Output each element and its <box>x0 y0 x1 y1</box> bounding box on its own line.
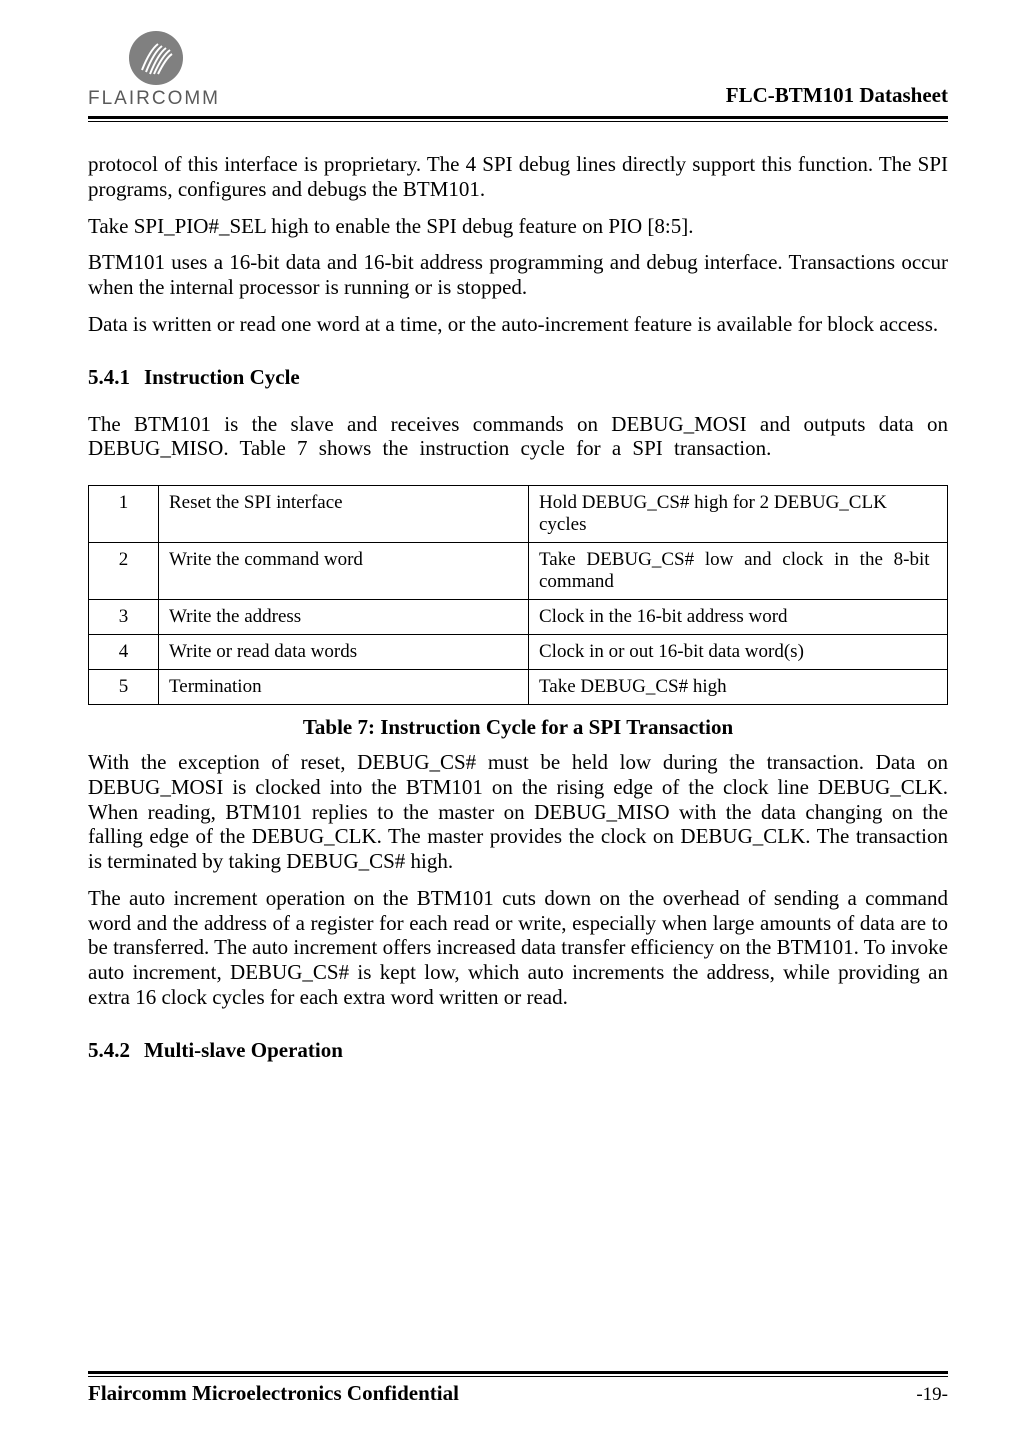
page-number: -19- <box>916 1384 948 1406</box>
cell-step-num: 2 <box>89 543 159 600</box>
table-row: 2 Write the command word Take DEBUG_CS# … <box>89 543 948 600</box>
heading-542-title: Multi-slave Operation <box>144 1038 343 1062</box>
para-intro-4: Data is written or read one word at a ti… <box>88 312 948 337</box>
heading-541-num: 5.4.1 <box>88 365 144 390</box>
heading-542-num: 5.4.2 <box>88 1038 144 1063</box>
para-intro-1: protocol of this interface is proprietar… <box>88 152 948 202</box>
para-intro-2: Take SPI_PIO#_SEL high to enable the SPI… <box>88 214 948 239</box>
cell-step-action: Take DEBUG_CS# low and clock in the 8-bi… <box>529 543 948 600</box>
footer-rule <box>88 1371 948 1377</box>
para-after-table-2: The auto increment operation on the BTM1… <box>88 886 948 1010</box>
cell-step-name: Write or read data words <box>159 635 529 670</box>
heading-541-title: Instruction Cycle <box>144 365 300 389</box>
table-row: 1 Reset the SPI interface Hold DEBUG_CS#… <box>89 486 948 543</box>
cell-step-num: 4 <box>89 635 159 670</box>
para-intro-3: BTM101 uses a 16-bit data and 16-bit add… <box>88 250 948 300</box>
footer-confidential: Flaircomm Microelectronics Confidential <box>88 1381 459 1406</box>
table-row: 4 Write or read data words Clock in or o… <box>89 635 948 670</box>
cell-step-num: 5 <box>89 670 159 705</box>
table-row: 3 Write the address Clock in the 16-bit … <box>89 600 948 635</box>
table-7-caption: Table 7: Instruction Cycle for a SPI Tra… <box>88 715 948 740</box>
table-row: 5 Termination Take DEBUG_CS# high <box>89 670 948 705</box>
table-7: 1 Reset the SPI interface Hold DEBUG_CS#… <box>88 485 948 705</box>
cell-step-num: 1 <box>89 486 159 543</box>
doc-title: FLC-BTM101 Datasheet <box>726 83 948 108</box>
cell-step-action: Clock in the 16-bit address word <box>529 600 948 635</box>
cell-step-name: Write the address <box>159 600 529 635</box>
header-rule <box>88 116 948 122</box>
logo-block: FLAIRCOMM <box>88 30 220 110</box>
para-after-table-1: With the exception of reset, DEBUG_CS# m… <box>88 750 948 874</box>
cell-step-name: Reset the SPI interface <box>159 486 529 543</box>
cell-step-action: Hold DEBUG_CS# high for 2 DEBUG_CLK cycl… <box>529 486 948 543</box>
cell-step-action: Take DEBUG_CS# high <box>529 670 948 705</box>
page-header: FLAIRCOMM FLC-BTM101 Datasheet <box>88 30 948 110</box>
logo-text: FLAIRCOMM <box>88 88 220 110</box>
page-footer: Flaircomm Microelectronics Confidential … <box>88 1371 948 1406</box>
cell-step-name: Write the command word <box>159 543 529 600</box>
heading-542: 5.4.2Multi-slave Operation <box>88 1038 948 1063</box>
cell-step-name: Termination <box>159 670 529 705</box>
flaircomm-logo-icon <box>128 30 184 86</box>
cell-step-num: 3 <box>89 600 159 635</box>
heading-541: 5.4.1Instruction Cycle <box>88 365 948 390</box>
para-541-intro: The BTM101 is the slave and receives com… <box>88 412 948 462</box>
cell-step-action: Clock in or out 16-bit data word(s) <box>529 635 948 670</box>
